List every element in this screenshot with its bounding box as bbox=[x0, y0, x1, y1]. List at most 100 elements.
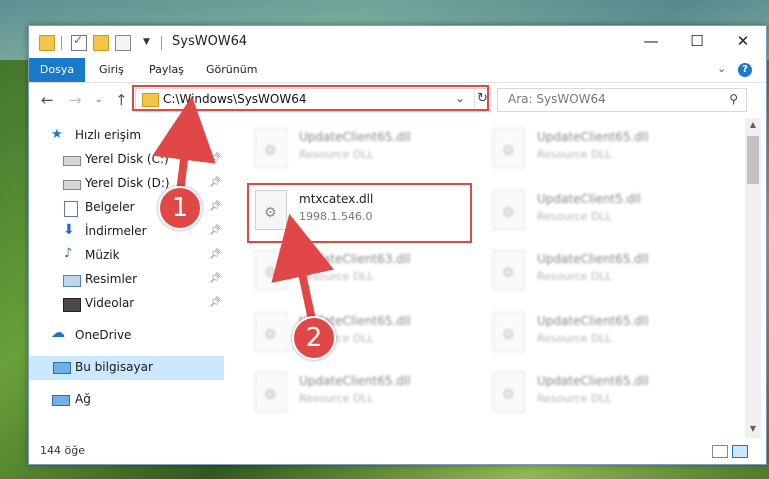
help-icon[interactable]: ? bbox=[738, 63, 752, 77]
drive-icon bbox=[63, 180, 81, 190]
list-item[interactable]: UpdateClient65.dll Resource DLL bbox=[255, 310, 475, 360]
pin-icon[interactable]: 📌︎ bbox=[209, 273, 222, 284]
list-item[interactable]: UpdateClient65.dll Resource DLL bbox=[255, 126, 475, 176]
sidebar-item-local-disk-c[interactable]: Yerel Disk (C:) 📌︎ bbox=[29, 148, 224, 172]
list-item[interactable]: UpdateClient65.dll Resource DLL bbox=[493, 248, 713, 298]
scroll-up-icon[interactable]: ▲ bbox=[745, 120, 761, 129]
computer-icon bbox=[53, 362, 71, 374]
file-list: UpdateClient65.dll Resource DLL mtxcatex… bbox=[225, 118, 745, 438]
file-name: UpdateClient65.dll bbox=[537, 314, 649, 328]
sidebar-item-videos[interactable]: Videolar 📌︎ bbox=[29, 292, 224, 316]
title-bar: ▼ SysWOW64 — ☐ ✕ bbox=[29, 26, 766, 58]
sidebar-item-label: Ağ bbox=[75, 392, 91, 406]
file-name: UpdateClient65.dll bbox=[299, 374, 411, 388]
pin-icon[interactable]: 📌︎ bbox=[209, 297, 222, 308]
divider bbox=[61, 36, 62, 50]
sidebar-item-label: Videolar bbox=[85, 296, 135, 310]
pin-icon[interactable]: 📌︎ bbox=[209, 201, 222, 212]
file-description: Resource DLL bbox=[299, 270, 374, 283]
list-item[interactable]: UpdateClient65.dll Resource DLL bbox=[255, 370, 475, 420]
file-name: UpdateClient5.dll bbox=[537, 192, 641, 206]
search-box[interactable]: Ara: SysWOW64 ⚲ bbox=[497, 88, 747, 112]
drive-icon bbox=[63, 156, 81, 166]
sidebar-item-this-pc[interactable]: Bu bilgisayar bbox=[29, 356, 224, 380]
list-item[interactable]: UpdateClient65.dll Resource DLL bbox=[493, 310, 713, 360]
sidebar-item-onedrive[interactable]: ☁ OneDrive bbox=[29, 324, 224, 348]
pin-icon[interactable]: 📌︎ bbox=[209, 249, 222, 260]
address-highlight-box bbox=[132, 85, 489, 111]
dll-file-icon bbox=[255, 128, 287, 168]
file-name: UpdateClient65.dll bbox=[537, 252, 649, 266]
list-item[interactable]: UpdateClient5.dll Resource DLL bbox=[493, 188, 713, 238]
sidebar-item-network[interactable]: Ağ bbox=[29, 388, 224, 412]
ribbon-tabs: Dosya Giriş Paylaş Görünüm ⌄ ? bbox=[29, 58, 766, 83]
cloud-icon: ☁ bbox=[51, 325, 65, 341]
list-item[interactable]: UpdateClient63.dll Resource DLL bbox=[255, 248, 475, 298]
sidebar-item-label: Resimler bbox=[85, 272, 138, 286]
download-icon: ⬇ bbox=[63, 222, 75, 238]
tab-share[interactable]: Paylaş bbox=[149, 58, 184, 82]
minimize-button[interactable]: — bbox=[628, 26, 674, 56]
pin-icon[interactable]: 📌︎ bbox=[209, 225, 222, 236]
file-name: UpdateClient65.dll bbox=[299, 130, 411, 144]
chevron-down-icon[interactable]: ▼ bbox=[143, 37, 157, 51]
video-icon bbox=[63, 298, 81, 312]
recent-locations-icon[interactable]: ⌄ bbox=[95, 95, 103, 105]
customize-toolbar-icon[interactable] bbox=[115, 35, 131, 51]
dll-file-icon bbox=[255, 250, 287, 290]
dll-file-icon bbox=[255, 312, 287, 352]
file-name: UpdateClient65.dll bbox=[537, 130, 649, 144]
sidebar-item-pictures[interactable]: Resimler 📌︎ bbox=[29, 268, 224, 292]
dll-file-icon bbox=[493, 190, 525, 230]
file-description: Resource DLL bbox=[537, 392, 612, 405]
sidebar-item-quick-access[interactable]: ★ Hızlı erişim bbox=[29, 124, 224, 148]
window-title: SysWOW64 bbox=[172, 34, 248, 49]
tab-home[interactable]: Giriş bbox=[99, 58, 124, 82]
pin-icon[interactable]: 📌︎ bbox=[209, 177, 222, 188]
scrollbar-thumb[interactable] bbox=[747, 136, 759, 184]
details-view-icon[interactable] bbox=[712, 445, 728, 458]
network-icon bbox=[52, 395, 70, 406]
list-item[interactable]: UpdateClient65.dll Resource DLL bbox=[493, 126, 713, 176]
scroll-down-icon[interactable]: ▼ bbox=[745, 424, 761, 433]
close-button[interactable]: ✕ bbox=[720, 26, 766, 56]
maximize-button[interactable]: ☐ bbox=[674, 26, 720, 56]
sidebar-item-label: Müzik bbox=[85, 248, 120, 262]
sidebar-item-music[interactable]: ♪ Müzik 📌︎ bbox=[29, 244, 224, 268]
up-arrow-icon[interactable]: ↑ bbox=[115, 91, 128, 109]
folder-icon bbox=[39, 35, 55, 51]
expand-ribbon-icon[interactable]: ⌄ bbox=[717, 62, 726, 75]
file-name: UpdateClient65.dll bbox=[537, 374, 649, 388]
sidebar-item-label: İndirmeler bbox=[85, 224, 147, 238]
search-icon[interactable]: ⚲ bbox=[729, 92, 738, 106]
back-arrow-icon[interactable]: ← bbox=[41, 91, 54, 109]
file-highlight-box bbox=[247, 183, 472, 243]
large-icons-view-icon[interactable] bbox=[732, 445, 748, 458]
search-input[interactable]: Ara: SysWOW64 bbox=[508, 92, 606, 106]
file-explorer-window: ▼ SysWOW64 — ☐ ✕ Dosya Giriş Paylaş Görü… bbox=[28, 25, 767, 465]
sidebar-item-label: Bu bilgisayar bbox=[75, 360, 153, 374]
dll-file-icon bbox=[493, 372, 525, 412]
forward-arrow-icon[interactable]: → bbox=[69, 91, 82, 109]
file-name: UpdateClient63.dll bbox=[299, 252, 411, 266]
step-2-badge: 2 bbox=[292, 316, 336, 360]
list-item[interactable]: UpdateClient65.dll Resource DLL bbox=[493, 370, 713, 420]
sidebar-item-label: Yerel Disk (C:) bbox=[85, 152, 169, 166]
vertical-scrollbar[interactable]: ▲ ▼ bbox=[745, 118, 761, 438]
navigation-pane: ★ Hızlı erişim Yerel Disk (C:) 📌︎ Yerel … bbox=[29, 118, 224, 438]
pictures-icon bbox=[63, 275, 81, 287]
music-icon: ♪ bbox=[64, 246, 73, 261]
pin-icon[interactable]: 📌︎ bbox=[209, 153, 222, 164]
dll-file-icon bbox=[255, 372, 287, 412]
file-description: Resource DLL bbox=[537, 270, 612, 283]
dll-file-icon bbox=[493, 250, 525, 290]
tab-file[interactable]: Dosya bbox=[29, 58, 85, 82]
properties-icon[interactable] bbox=[71, 33, 87, 51]
file-description: Resource DLL bbox=[537, 148, 612, 161]
new-folder-icon[interactable] bbox=[93, 35, 109, 51]
tab-view[interactable]: Görünüm bbox=[206, 58, 257, 82]
star-icon: ★ bbox=[51, 127, 63, 142]
navigation-bar: ← → ⌄ ↑ C:\Windows\SysWOW64 ⌄ ↻ Ara: Sys… bbox=[29, 83, 766, 117]
file-description: Resource DLL bbox=[299, 148, 374, 161]
sidebar-item-label: Belgeler bbox=[85, 200, 135, 214]
